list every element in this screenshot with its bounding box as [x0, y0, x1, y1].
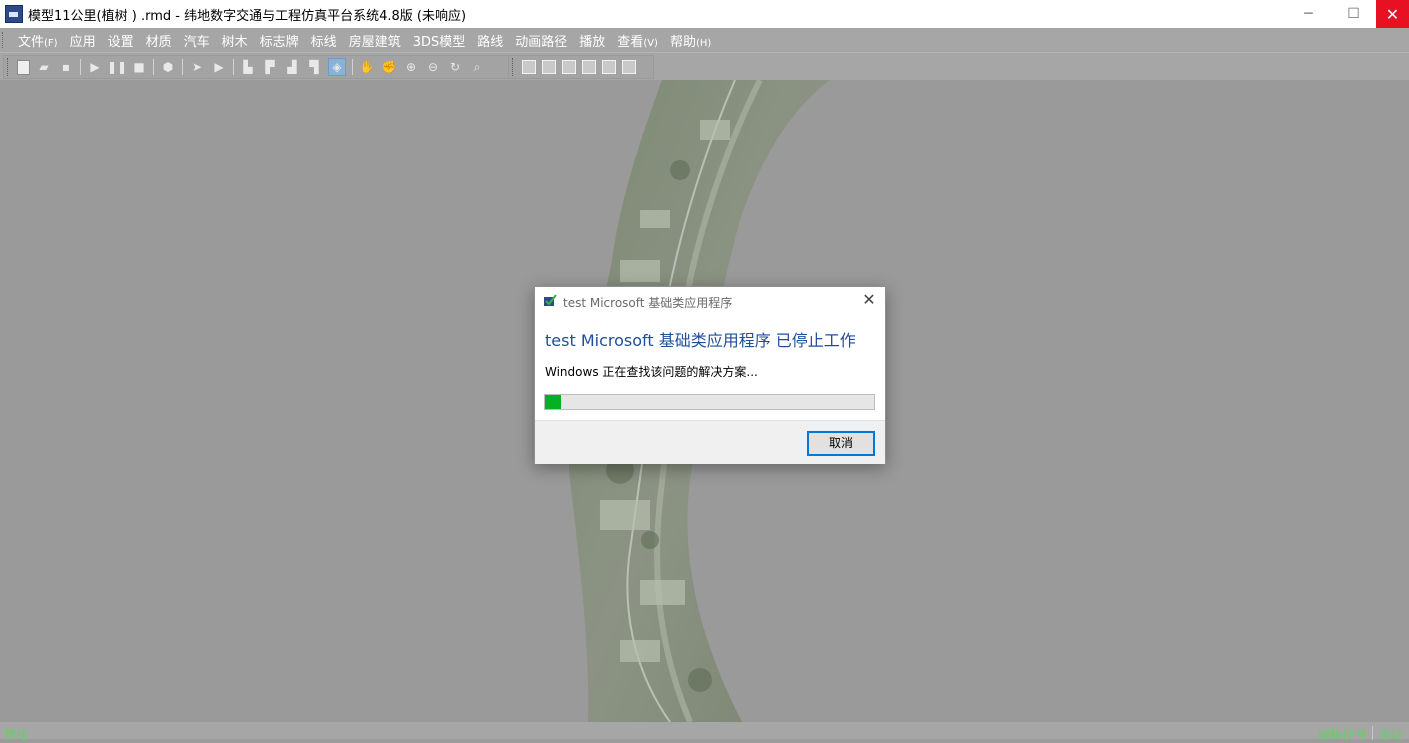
- error-dialog: test Microsoft 基础类应用程序 ✕ test Microsoft …: [534, 286, 886, 464]
- status-edit-view: 编辑视图: [1317, 728, 1366, 742]
- menu-help[interactable]: 帮助(H): [664, 31, 717, 50]
- menu-markings-label: 标线: [310, 34, 337, 50]
- menu-grip-handle[interactable]: [2, 32, 6, 48]
- menu-view-label: 查看: [617, 34, 644, 50]
- minimize-button[interactable]: ─: [1286, 0, 1331, 28]
- status-ready-text: 就绪: [4, 728, 29, 742]
- toolbar-separator: [182, 59, 183, 75]
- view-b-icon[interactable]: ▛: [262, 59, 278, 75]
- cube-icon[interactable]: ◈: [328, 58, 346, 76]
- window-titlebar: 模型11公里(植树 ) .rmd - 纬地数字交通与工程仿真平台系统4.8版 (…: [0, 0, 1409, 28]
- menu-file-accel: (F): [44, 37, 58, 49]
- dialog-close-icon[interactable]: ✕: [861, 291, 877, 309]
- view-c-icon[interactable]: ▟: [284, 59, 300, 75]
- menu-material[interactable]: 材质: [140, 31, 178, 50]
- status-separator: [1371, 726, 1373, 740]
- menu-trees[interactable]: 树木: [216, 31, 254, 50]
- view-d-icon[interactable]: ▜: [306, 59, 322, 75]
- maximize-button[interactable]: ☐: [1331, 0, 1376, 28]
- rotate-icon[interactable]: ↻: [447, 59, 463, 75]
- zoom-out-icon[interactable]: ⊖: [425, 59, 441, 75]
- menu-markings[interactable]: 标线: [305, 31, 343, 50]
- menu-3ds-model[interactable]: 3DS模型: [407, 31, 472, 50]
- toolbar-grip-handle[interactable]: [512, 58, 516, 76]
- zoom-in-icon[interactable]: ⊕: [403, 59, 419, 75]
- pause-icon[interactable]: ❚❚: [107, 59, 127, 75]
- menu-help-label: 帮助: [669, 34, 696, 50]
- step-icon[interactable]: ▶: [211, 59, 227, 75]
- menu-car[interactable]: 汽车: [178, 31, 216, 50]
- left-view-icon[interactable]: [562, 60, 576, 74]
- view-a-icon[interactable]: ▙: [240, 59, 256, 75]
- toolbar-separator: [233, 59, 234, 75]
- menu-animation-path-label: 动画路径: [515, 34, 568, 50]
- menu-view-accel: (V): [643, 37, 658, 49]
- menu-animation-path[interactable]: 动画路径: [509, 31, 573, 50]
- menu-route[interactable]: 路线: [471, 31, 509, 50]
- status-scroll: 滚动: [1378, 728, 1403, 742]
- close-button[interactable]: ✕: [1376, 0, 1409, 28]
- menu-view[interactable]: 查看(V): [611, 31, 664, 50]
- window-controls: ─ ☐ ✕: [1286, 0, 1409, 28]
- play-icon[interactable]: ▶: [87, 59, 103, 75]
- menu-help-accel: (H): [695, 37, 712, 49]
- menu-apply-label: 应用: [69, 34, 96, 50]
- toolbar-views-strip: [508, 55, 654, 79]
- menu-material-label: 材质: [145, 34, 172, 50]
- menu-file[interactable]: 文件(F): [12, 31, 64, 50]
- dialog-progress-fill: [545, 395, 562, 409]
- toolbar-separator: [80, 59, 81, 75]
- menu-play-label: 播放: [579, 34, 606, 50]
- front-view-icon[interactable]: [522, 60, 536, 74]
- menu-file-label: 文件: [18, 34, 45, 50]
- record-icon[interactable]: ⬢: [160, 59, 176, 75]
- app-check-icon: [544, 294, 557, 306]
- menu-settings[interactable]: 设置: [102, 31, 140, 50]
- menu-settings-label: 设置: [107, 34, 134, 50]
- forward-icon[interactable]: ➤: [189, 59, 205, 75]
- dialog-heading: test Microsoft 基础类应用程序 已停止工作: [545, 331, 856, 350]
- toolbar-grip-handle[interactable]: [7, 58, 11, 76]
- menu-signs[interactable]: 标志牌: [254, 31, 305, 50]
- top-view-icon[interactable]: [602, 60, 616, 74]
- status-bar: 就绪 编辑视图 滚动: [0, 722, 1409, 742]
- menu-apply[interactable]: 应用: [64, 31, 102, 50]
- cancel-button[interactable]: 取消: [807, 431, 875, 456]
- right-view-icon[interactable]: [582, 60, 596, 74]
- save-icon[interactable]: ▪: [58, 59, 74, 75]
- app-icon: [5, 5, 23, 23]
- dialog-footer: 取消: [535, 420, 885, 464]
- menu-buildings-label: 房屋建筑: [348, 34, 401, 50]
- open-folder-icon[interactable]: ▰: [36, 59, 52, 75]
- dialog-title: test Microsoft 基础类应用程序: [563, 296, 733, 310]
- menu-buildings[interactable]: 房屋建筑: [343, 31, 407, 50]
- menu-route-label: 路线: [477, 34, 504, 50]
- toolbar-separator: [352, 59, 353, 75]
- menu-bar: 文件(F) 应用 设置 材质 汽车 树木 标志牌 标线 房屋建筑 3DS模型 路…: [0, 28, 1409, 52]
- toolbar-separator: [153, 59, 154, 75]
- pan-hand-icon[interactable]: ✋: [359, 59, 375, 75]
- menu-signs-label: 标志牌: [259, 34, 299, 50]
- back-view-icon[interactable]: [542, 60, 556, 74]
- dialog-progress-bar: [544, 394, 875, 410]
- new-file-icon[interactable]: [17, 59, 30, 75]
- dialog-message: Windows 正在查找该问题的解决方案...: [545, 365, 758, 379]
- toolbar-main-strip: ▰ ▪ ▶ ❚❚ ■ ⬢ ➤ ▶ ▙ ▛ ▟ ▜ ◈ ✋ ✊ ⊕ ⊖ ↻ ⌕: [3, 55, 511, 79]
- menu-3ds-model-label: 3DS模型: [412, 34, 466, 50]
- zoom-window-icon[interactable]: ⌕: [469, 59, 485, 75]
- status-right-panel: 编辑视图 滚动: [1318, 726, 1403, 743]
- grab-icon[interactable]: ✊: [381, 59, 397, 75]
- dialog-titlebar: test Microsoft 基础类应用程序 ✕: [535, 287, 885, 315]
- bottom-view-icon[interactable]: [622, 60, 636, 74]
- window-title: 模型11公里(植树 ) .rmd - 纬地数字交通与工程仿真平台系统4.8版 (…: [28, 8, 467, 24]
- menu-car-label: 汽车: [183, 34, 210, 50]
- stop-icon[interactable]: ■: [131, 59, 147, 75]
- menu-trees-label: 树木: [221, 34, 248, 50]
- toolbar: ▰ ▪ ▶ ❚❚ ■ ⬢ ➤ ▶ ▙ ▛ ▟ ▜ ◈ ✋ ✊ ⊕ ⊖ ↻ ⌕: [0, 52, 1409, 80]
- menu-play[interactable]: 播放: [573, 31, 611, 50]
